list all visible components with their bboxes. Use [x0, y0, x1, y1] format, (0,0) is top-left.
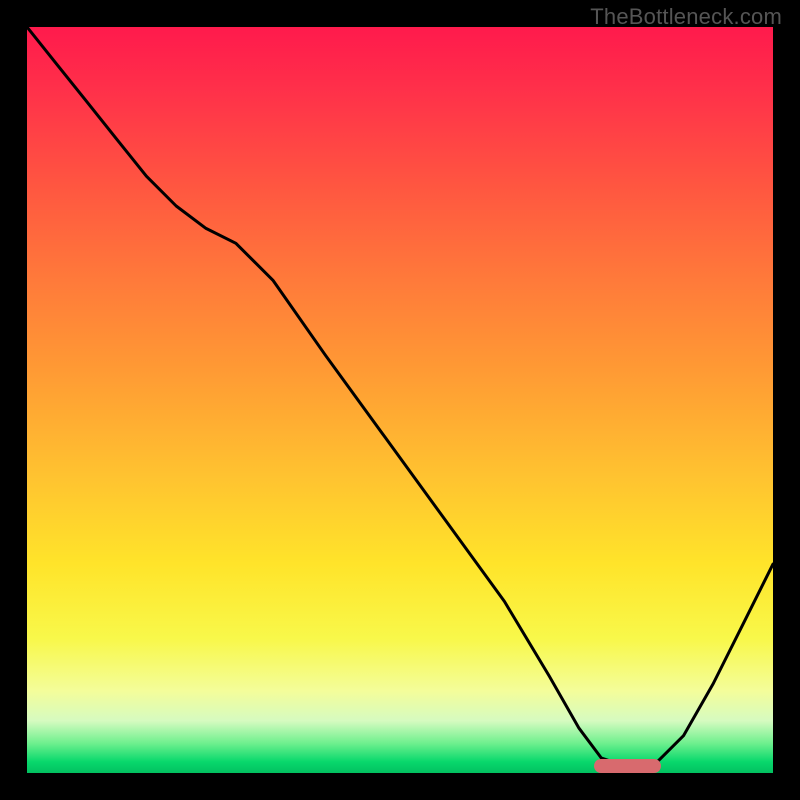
sweet-spot-marker [594, 759, 661, 773]
watermark-label: TheBottleneck.com [590, 4, 782, 30]
chart-container: TheBottleneck.com [0, 0, 800, 800]
bottleneck-curve [27, 27, 773, 773]
plot-area [27, 27, 773, 773]
